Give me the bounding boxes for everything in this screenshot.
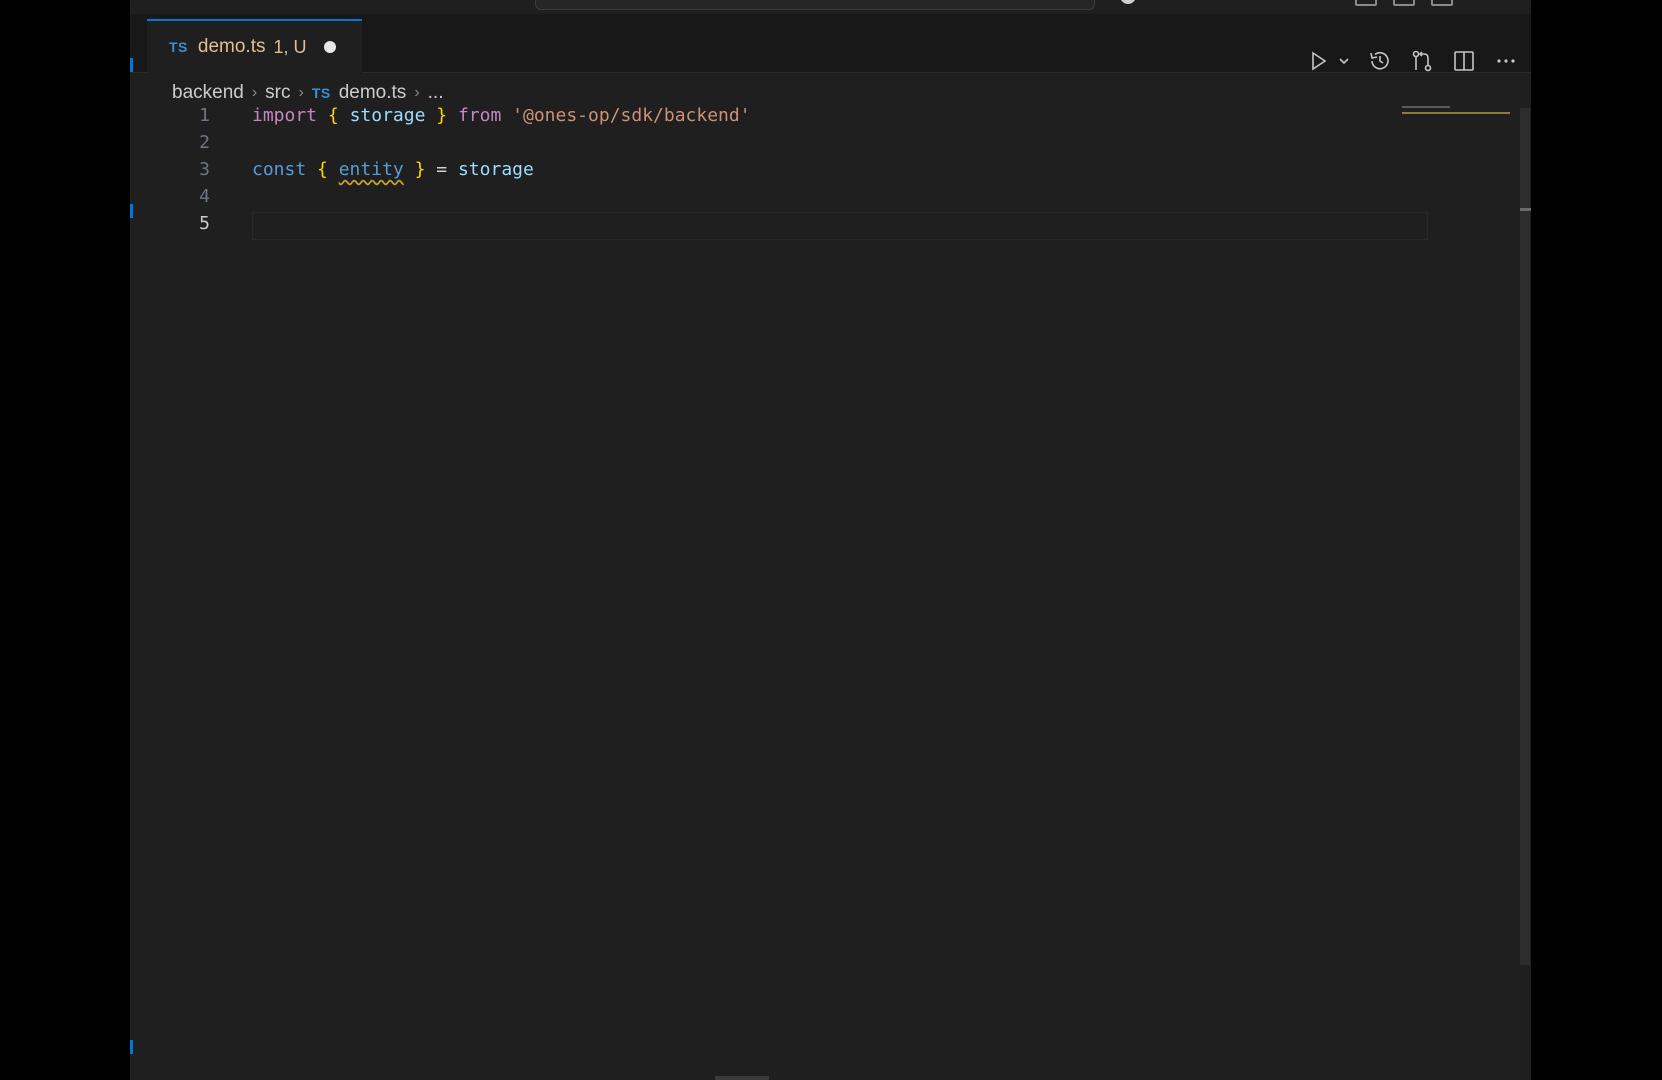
timeline-button[interactable] [1367,48,1393,74]
breadcrumb-symbols[interactable]: ... [428,82,444,104]
unsaved-dot-icon[interactable] [323,41,336,53]
split-editor-button[interactable] [1451,48,1477,74]
identifier-storage: storage [457,159,534,180]
code-line-1: import { storage } from '@ones-op/sdk/ba… [252,102,751,130]
tab-bar: TS demo.ts 1, U [130,14,1531,73]
scrollbar-cursor-marker [1520,208,1531,211]
code-editor[interactable]: 1 2 3 4 5 import { storage } from '@ones… [130,105,1531,1080]
run-button[interactable] [1305,48,1331,74]
chevron-right-icon: › [251,84,258,101]
module-string: '@ones-op/sdk/backend' [512,105,751,126]
activity-indicator [130,1040,133,1054]
line-number: 1 [199,105,210,126]
code-line-3: const { entity } = storage [252,156,534,184]
line-number: 4 [199,186,210,207]
chevron-down-icon [1339,58,1349,65]
split-editor-icon [1454,51,1474,71]
brace-close: } [414,159,426,180]
history-icon [1370,51,1389,70]
editor-window: TS demo.ts 1, U backend › src › TS demo.… [130,0,1531,1080]
vertical-scrollbar[interactable] [1520,108,1530,965]
activity-indicator [130,58,133,72]
keyword-import: import [252,105,318,126]
keyword-const: const [252,159,307,180]
identifier-entity-warning[interactable]: entity [339,159,404,180]
operator-equals: = [436,159,448,180]
keyword-from: from [457,105,502,126]
chevron-right-icon: › [298,84,304,101]
minimap-content[interactable] [1402,112,1510,114]
brace-open: { [327,105,339,126]
brace-close: } [436,105,448,126]
layout-control-icon[interactable] [1355,0,1377,6]
breadcrumb-backend[interactable]: backend [172,82,244,104]
typescript-file-icon: TS [311,85,331,101]
command-center-search[interactable] [535,0,1095,10]
editor-actions [1305,48,1519,74]
tab-filename: demo.ts [197,36,266,57]
ellipsis-icon [1497,59,1515,63]
tab-problem-status: 1, U [273,36,307,57]
typescript-file-icon: TS [169,39,188,55]
brace-open: { [317,159,328,180]
panel-toggle-icon[interactable] [1393,0,1415,6]
line-number: 3 [199,159,210,180]
account-icon[interactable] [1120,0,1136,4]
run-dropdown-button[interactable] [1337,48,1351,74]
minimap-content[interactable] [1402,106,1450,108]
more-actions-button[interactable] [1493,48,1519,74]
chevron-right-icon: › [414,84,420,101]
git-compare-icon [1412,50,1432,72]
activity-indicator [130,204,133,218]
line-number: 2 [199,132,210,153]
open-changes-button[interactable] [1409,48,1435,74]
sidebar-toggle-icon[interactable] [1431,0,1453,6]
breadcrumb-src[interactable]: src [265,82,290,104]
tab-demo-ts[interactable]: TS demo.ts 1, U [147,19,362,73]
play-icon [1312,51,1327,71]
identifier-storage: storage [349,105,426,126]
breadcrumb-demo-ts[interactable]: demo.ts [339,82,407,104]
line-number-active: 5 [199,213,210,234]
panel-resize-handle[interactable] [715,1076,769,1080]
current-line-highlight [252,212,1428,240]
